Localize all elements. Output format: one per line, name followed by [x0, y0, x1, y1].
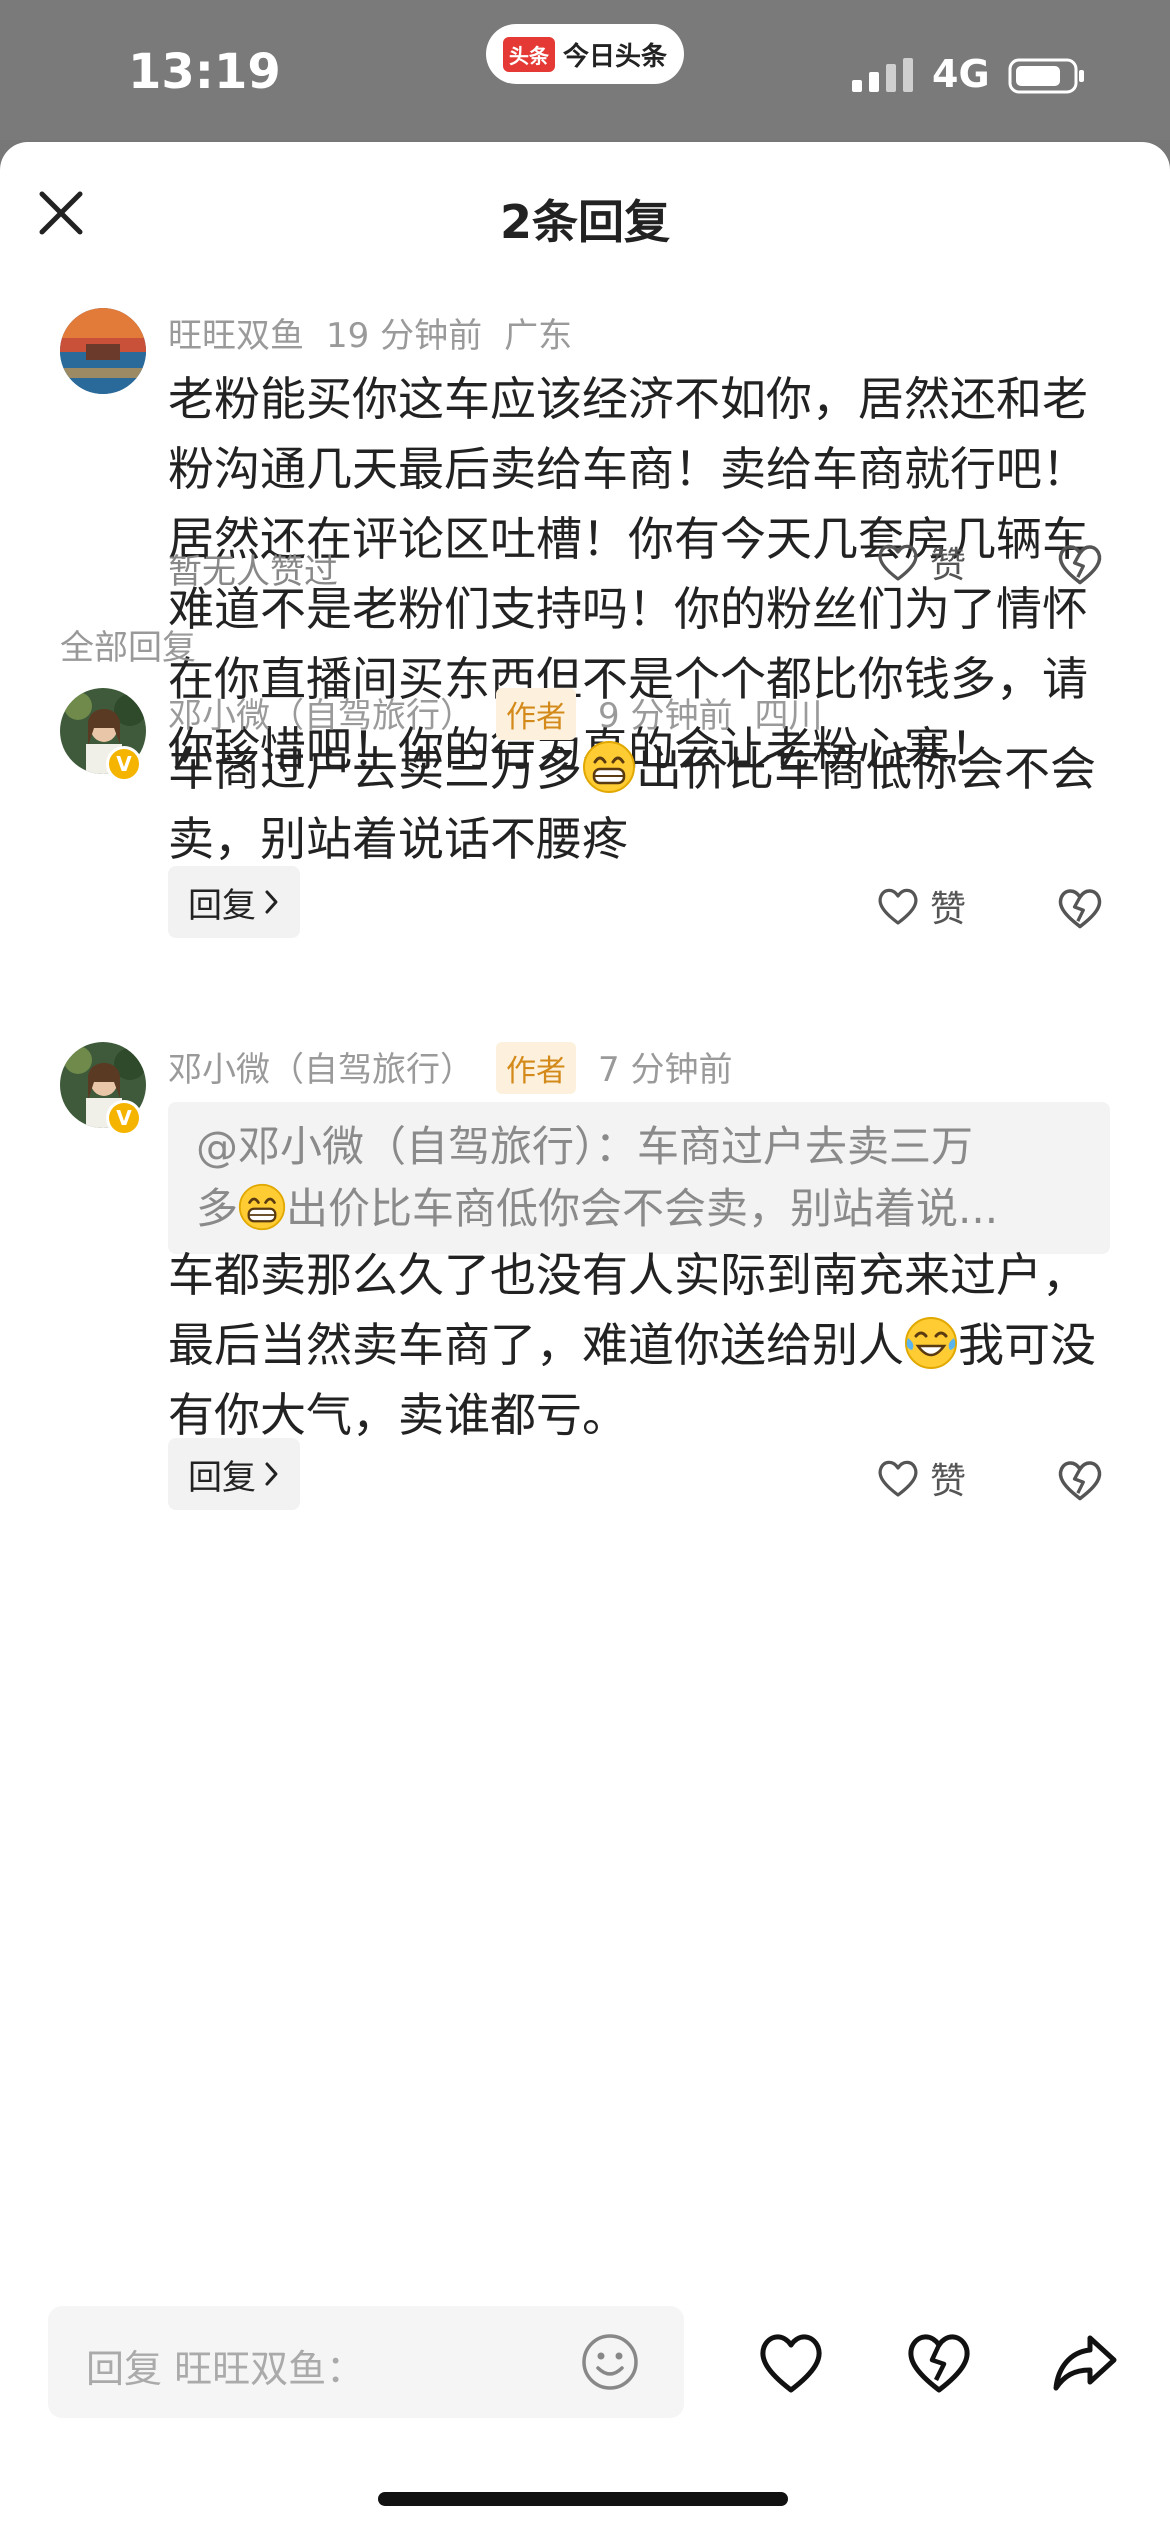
all-replies-label: 全部回复: [60, 628, 196, 668]
app-name: 今日头条: [562, 41, 667, 72]
quote-line: 多出价比车商低你会不会卖，别站着说...: [196, 1178, 1082, 1240]
time-ago: 9 分钟前: [598, 696, 733, 736]
quote-text-part: 多: [196, 1184, 239, 1233]
no-likes-text: 暂无人赞过: [168, 552, 338, 592]
quote-text-part: 出价比车商低你会不会卖，别站着说...: [286, 1184, 999, 1233]
reply-meta: 邓小微（自驾旅行） 作者 9 分钟前 四川: [168, 688, 844, 740]
quoted-reply[interactable]: @邓小微（自驾旅行）：车商过户去卖三万 多出价比车商低你会不会卖，别站着说...: [168, 1102, 1110, 1254]
heart-icon[interactable]: [756, 2328, 826, 2398]
reply-text-part: 车商过户去卖三万多: [168, 742, 582, 796]
battery-icon: [1008, 58, 1084, 94]
author-tag: 作者: [496, 1042, 576, 1094]
reply-text: 车都卖那么久了也没有人实际到南充来过户，最后当然卖车商了，难道你送给别人 我可没有…: [168, 1240, 1108, 1450]
heart-icon: [878, 544, 918, 581]
broken-heart-icon[interactable]: [1056, 540, 1104, 588]
replies-sheet: 2条回复 旺旺双鱼 19 分钟前 广东 老粉能买你这车应该经济不如你，居然还和老粉沟…: [0, 142, 1170, 2532]
verified-badge: V: [106, 1100, 142, 1136]
status-time: 13:19: [128, 44, 281, 100]
reply-input-placeholder: 回复 旺旺双鱼：: [86, 2347, 365, 2391]
reply-input[interactable]: 回复 旺旺双鱼：: [48, 2306, 684, 2418]
like-label: 赞: [930, 889, 967, 930]
username[interactable]: 邓小微（自驾旅行）: [168, 1050, 474, 1090]
tears-of-joy-emoji-icon: [905, 1317, 957, 1369]
verified-badge: V: [106, 746, 142, 782]
grinning-emoji-icon: [238, 1183, 286, 1231]
username[interactable]: 旺旺双鱼: [168, 316, 304, 356]
broken-heart-icon[interactable]: [904, 2328, 974, 2398]
reply-text: 车商过户去卖三万多 出价比车商低你会不会卖，别站着说话不腰疼: [168, 734, 1108, 874]
network-type: 4G: [932, 52, 990, 96]
location: 四川: [754, 696, 823, 736]
broken-heart-icon[interactable]: [1056, 1456, 1104, 1504]
home-indicator[interactable]: [378, 2492, 788, 2506]
status-bar: 13:19 头条 今日头条 4G: [0, 0, 1170, 140]
chevron-right-icon: [265, 890, 278, 914]
sheet-title: 2条回复: [499, 195, 670, 249]
broken-heart-icon[interactable]: [1056, 884, 1104, 932]
app-indicator-pill[interactable]: 头条 今日头条: [486, 24, 684, 84]
grinning-emoji-icon: [583, 741, 635, 793]
toutiao-logo: 头条: [502, 36, 555, 72]
reply-button[interactable]: 回复: [168, 866, 300, 938]
comment-meta: 旺旺双鱼 19 分钟前 广东: [168, 308, 594, 357]
like-button[interactable]: 赞: [876, 880, 966, 932]
chevron-right-icon: [265, 1462, 278, 1486]
share-icon[interactable]: [1050, 2328, 1120, 2398]
reply-button-label: 回复: [188, 885, 256, 926]
like-button[interactable]: 赞: [876, 536, 966, 588]
reply-meta: 邓小微（自驾旅行） 作者 7 分钟前: [168, 1042, 754, 1094]
like-label: 赞: [930, 545, 967, 586]
heart-icon: [878, 888, 918, 925]
reply-button[interactable]: 回复: [168, 1438, 300, 1510]
reply-button-label: 回复: [188, 1457, 256, 1498]
author-tag: 作者: [496, 688, 576, 740]
like-button[interactable]: 赞: [876, 1452, 966, 1504]
location: 广东: [504, 316, 573, 356]
quote-line: @邓小微（自驾旅行）：车商过户去卖三万: [196, 1122, 974, 1171]
sheet-header: 2条回复: [0, 142, 1170, 284]
emoji-icon[interactable]: [578, 2330, 642, 2394]
heart-icon: [878, 1460, 918, 1497]
time-ago: 19 分钟前: [326, 316, 483, 356]
signal-icon: [852, 58, 913, 92]
like-label: 赞: [930, 1461, 967, 1502]
time-ago: 7 分钟前: [598, 1050, 733, 1090]
username[interactable]: 邓小微（自驾旅行）: [168, 696, 474, 736]
avatar[interactable]: [60, 308, 146, 394]
